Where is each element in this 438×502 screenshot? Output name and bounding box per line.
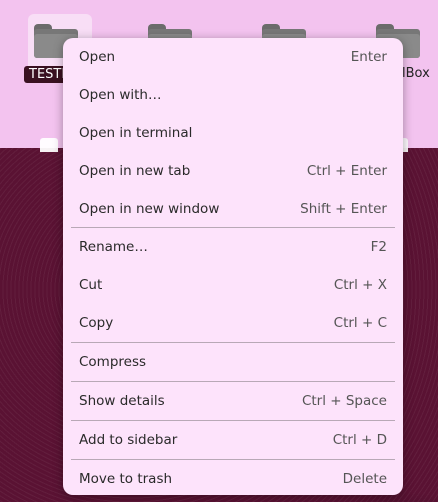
menu-item-shortcut: F2 xyxy=(370,239,387,255)
menu-item-open-with[interactable]: Open with… xyxy=(63,77,403,113)
menu-item-shortcut: Enter xyxy=(350,49,387,65)
menu-separator xyxy=(71,227,395,228)
menu-separator xyxy=(71,381,395,382)
menu-item-label: Rename… xyxy=(79,239,148,255)
menu-item-copy[interactable]: Copy Ctrl + C xyxy=(63,305,403,341)
menu-separator xyxy=(71,342,395,343)
menu-item-label: Open in new window xyxy=(79,201,220,217)
menu-item-open-in-terminal[interactable]: Open in terminal xyxy=(63,115,403,151)
menu-item-shortcut: Ctrl + Enter xyxy=(306,163,387,179)
menu-item-shortcut: Ctrl + X xyxy=(333,277,387,293)
menu-item-open-in-new-window[interactable]: Open in new window Shift + Enter xyxy=(63,191,403,227)
file-icon[interactable] xyxy=(40,138,58,152)
menu-item-open-in-new-tab[interactable]: Open in new tab Ctrl + Enter xyxy=(63,153,403,189)
menu-item-cut[interactable]: Cut Ctrl + X xyxy=(63,267,403,303)
menu-item-label: Add to sidebar xyxy=(79,432,178,448)
menu-item-shortcut: Delete xyxy=(342,471,387,487)
menu-item-shortcut: Ctrl + Space xyxy=(301,393,387,409)
menu-item-label: Open with… xyxy=(79,87,162,103)
menu-item-compress[interactable]: Compress xyxy=(63,344,403,380)
menu-item-move-to-trash[interactable]: Move to trash Delete xyxy=(63,461,403,497)
menu-item-shortcut: Ctrl + C xyxy=(333,315,387,331)
menu-item-open[interactable]: Open Enter xyxy=(63,39,403,75)
menu-item-add-to-sidebar[interactable]: Add to sidebar Ctrl + D xyxy=(63,422,403,458)
menu-item-label: Copy xyxy=(79,315,114,331)
menu-separator xyxy=(71,459,395,460)
menu-item-rename[interactable]: Rename… F2 xyxy=(63,229,403,265)
context-menu: Open Enter Open with… Open in terminal O… xyxy=(63,38,403,495)
menu-separator xyxy=(71,420,395,421)
menu-item-label: Open xyxy=(79,49,116,65)
desktop-icon-label-4: lBox xyxy=(402,66,430,81)
menu-item-shortcut: Ctrl + D xyxy=(332,432,387,448)
menu-item-label: Cut xyxy=(79,277,103,293)
menu-item-label: Open in new tab xyxy=(79,163,191,179)
menu-item-show-details[interactable]: Show details Ctrl + Space xyxy=(63,383,403,419)
menu-item-label: Compress xyxy=(79,354,147,370)
menu-item-label: Open in terminal xyxy=(79,125,193,141)
menu-item-label: Show details xyxy=(79,393,165,409)
menu-item-label: Move to trash xyxy=(79,471,173,487)
menu-item-shortcut: Shift + Enter xyxy=(300,201,387,217)
